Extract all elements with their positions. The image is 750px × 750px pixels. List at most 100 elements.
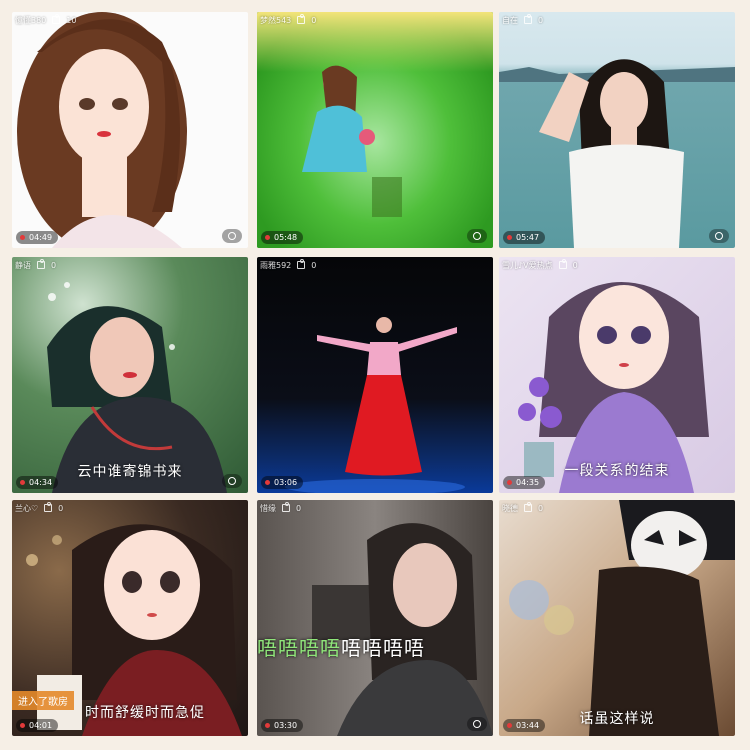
person-icon bbox=[228, 477, 236, 485]
gift-count: 0 bbox=[311, 260, 317, 270]
username[interactable]: 惜缘 bbox=[260, 503, 276, 514]
record-dot-icon bbox=[507, 723, 512, 728]
video-tile[interactable]: 梦然543 0 05:48 bbox=[257, 12, 493, 248]
cartoon-girl-image bbox=[17, 12, 187, 248]
duration-badge: 05:47 bbox=[503, 231, 546, 244]
tile-thumbnail bbox=[499, 257, 735, 493]
karaoke-lyric: 唔唔唔唔唔唔唔唔 bbox=[257, 632, 493, 661]
duration-text: 04:49 bbox=[29, 233, 53, 242]
cartoon-girl-purple-image bbox=[518, 282, 709, 493]
duration-badge: 03:30 bbox=[261, 719, 304, 732]
duration-text: 04:35 bbox=[516, 478, 540, 487]
record-dot-icon bbox=[507, 480, 512, 485]
duration-badge: 04:35 bbox=[503, 476, 546, 489]
tile-header: 憶懂380 10 bbox=[15, 14, 76, 26]
person-icon bbox=[473, 232, 481, 240]
tile-header: 雨雅592 0 bbox=[260, 259, 316, 271]
gift-icon bbox=[37, 259, 45, 269]
video-tile[interactable]: 惜缘 0 唔唔唔唔唔唔唔唔 03:30 bbox=[257, 500, 493, 736]
gift-icon bbox=[297, 259, 306, 269]
video-tile[interactable]: 憶懂380 10 04:49 bbox=[12, 12, 248, 248]
record-dot-icon bbox=[20, 723, 25, 728]
gift-icon bbox=[282, 502, 290, 512]
duration-text: 04:01 bbox=[29, 721, 53, 730]
duration-text: 03:06 bbox=[274, 478, 298, 487]
person-icon bbox=[228, 232, 236, 240]
duration-text: 03:44 bbox=[516, 721, 540, 730]
gift-icon bbox=[52, 14, 61, 24]
duration-badge: 04:49 bbox=[16, 231, 59, 244]
tile-header: 雪儿♪V爱热点 0 bbox=[502, 259, 578, 271]
profile-button[interactable] bbox=[222, 474, 242, 488]
lyric-unsung: 唔唔唔唔 bbox=[341, 636, 425, 660]
lyric-sung: 唔唔唔唔 bbox=[257, 636, 341, 660]
duration-badge: 04:34 bbox=[16, 476, 59, 489]
username[interactable]: 静语 bbox=[15, 260, 31, 271]
gift-icon bbox=[524, 14, 532, 24]
tile-thumbnail bbox=[499, 12, 735, 248]
woman-by-sea-image bbox=[499, 59, 735, 248]
tile-header: 梦然543 0 bbox=[260, 14, 316, 26]
tile-header: 兰心♡ 0 bbox=[15, 502, 63, 514]
username[interactable]: 憶懂380 bbox=[15, 15, 46, 26]
record-dot-icon bbox=[265, 723, 270, 728]
lyric-caption: 时而舒缓时而急促 bbox=[85, 705, 205, 721]
gift-icon bbox=[524, 502, 532, 512]
duration-badge: 03:44 bbox=[503, 719, 546, 732]
username[interactable]: 自在 bbox=[502, 15, 518, 26]
gift-count: 0 bbox=[51, 260, 57, 270]
video-tile[interactable]: 静语 0 云中谁寄锦书来 04:34 bbox=[12, 257, 248, 493]
profile-button[interactable] bbox=[222, 229, 242, 243]
profile-button[interactable] bbox=[467, 717, 487, 731]
video-tile[interactable]: 雨雅592 0 03:06 bbox=[257, 257, 493, 493]
record-dot-icon bbox=[265, 235, 270, 240]
username[interactable]: 梦然543 bbox=[260, 15, 291, 26]
gift-count: 0 bbox=[296, 503, 302, 513]
video-tile[interactable]: 雪儿♪V爱热点 0 一段关系的结束 04:35 bbox=[499, 257, 735, 493]
video-tile[interactable]: 晓德 0 话虽这样说 03:44 bbox=[499, 500, 735, 736]
record-dot-icon bbox=[265, 480, 270, 485]
person-icon bbox=[715, 232, 723, 240]
duration-text: 05:48 bbox=[274, 233, 298, 242]
duration-badge: 04:01 bbox=[16, 719, 59, 732]
opera-character-image bbox=[509, 500, 735, 736]
gift-count: 0 bbox=[58, 503, 64, 513]
record-dot-icon bbox=[20, 480, 25, 485]
duration-text: 03:30 bbox=[274, 721, 298, 730]
record-dot-icon bbox=[507, 235, 512, 240]
duration-badge: 03:06 bbox=[261, 476, 304, 489]
duration-text: 04:34 bbox=[29, 478, 53, 487]
gift-count: 0 bbox=[538, 15, 544, 25]
video-grid: 憶懂380 10 04:49 梦然543 0 05:48 自在 0 05:47 … bbox=[0, 0, 750, 750]
tile-thumbnail bbox=[12, 257, 248, 493]
video-tile[interactable]: 兰心♡ 0 进入了歌房 时而舒缓时而急促 04:01 bbox=[12, 500, 248, 736]
profile-button[interactable] bbox=[709, 229, 729, 243]
username[interactable]: 雨雅592 bbox=[260, 260, 291, 271]
dancer-image bbox=[285, 317, 465, 493]
gift-icon bbox=[558, 259, 567, 269]
tile-header: 自在 0 bbox=[502, 14, 543, 26]
gift-count: 10 bbox=[66, 15, 77, 25]
video-tile[interactable]: 自在 0 05:47 bbox=[499, 12, 735, 248]
woman-karaoke-image bbox=[312, 523, 493, 736]
username[interactable]: 兰心♡ bbox=[15, 503, 38, 514]
username[interactable]: 雪儿♪V爱热点 bbox=[502, 260, 553, 271]
tile-thumbnail bbox=[257, 500, 493, 736]
record-dot-icon bbox=[20, 235, 25, 240]
tile-header: 静语 0 bbox=[15, 259, 56, 271]
tile-header: 晓德 0 bbox=[502, 502, 543, 514]
gift-count: 0 bbox=[311, 15, 317, 25]
tile-thumbnail bbox=[12, 12, 248, 248]
tile-thumbnail bbox=[257, 12, 493, 248]
duration-badge: 05:48 bbox=[261, 231, 304, 244]
tile-thumbnail bbox=[499, 500, 735, 736]
tile-header: 惜缘 0 bbox=[260, 502, 301, 514]
person-icon bbox=[473, 720, 481, 728]
profile-button[interactable] bbox=[467, 229, 487, 243]
duration-text: 05:47 bbox=[516, 233, 540, 242]
gift-count: 0 bbox=[572, 260, 578, 270]
username[interactable]: 晓德 bbox=[502, 503, 518, 514]
woman-portrait-image bbox=[47, 282, 227, 493]
gift-icon bbox=[297, 14, 306, 24]
gift-icon bbox=[44, 502, 53, 512]
